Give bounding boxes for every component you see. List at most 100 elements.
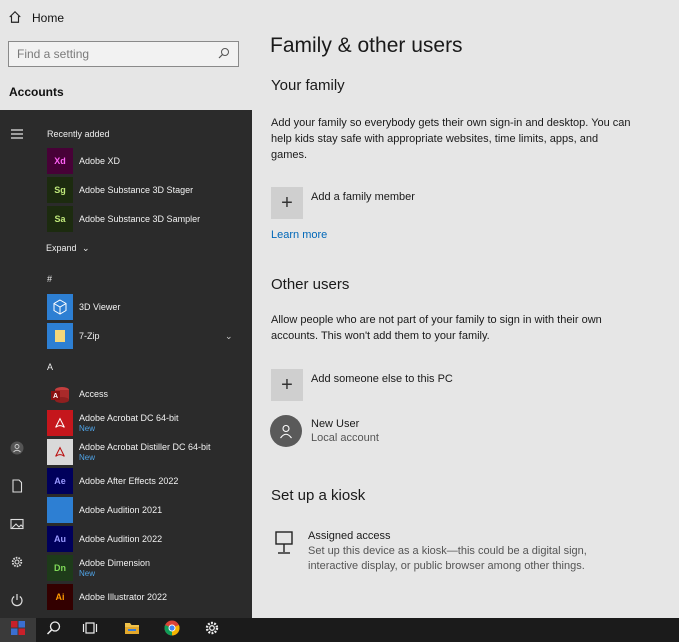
task-view-icon [82,620,98,641]
new-badge: New [79,453,96,462]
app-name: 7-Zip [79,331,100,341]
start-menu: Recently added Xd Adobe XD Sg Adobe Subs… [0,110,252,618]
app-name: Adobe Audition 2021 [79,505,163,515]
folder-icon [47,323,73,349]
settings-gear-icon[interactable] [9,554,25,570]
pictures-icon[interactable] [9,516,25,532]
new-user-account-item[interactable]: New User Local account [270,415,379,447]
app-name: Adobe Audition 2022 [79,534,163,544]
substance-stager-icon: Sg [47,177,73,203]
expand-label: Expand [46,243,77,253]
recently-added-heading: Recently added [47,129,110,139]
chrome-button[interactable] [154,618,190,642]
adobe-xd-icon: Xd [47,148,73,174]
file-explorer-button[interactable] [114,618,150,642]
app-name: Adobe Substance 3D Sampler [79,214,201,224]
new-badge: New [79,569,96,578]
app-item-acrobat-distiller[interactable]: Adobe Acrobat Distiller DC 64-bit New [47,439,247,465]
search-placeholder: Find a setting [17,47,90,61]
your-family-description: Add your family so everybody gets their … [271,117,631,161]
app-item-substance-sampler[interactable]: Sa Adobe Substance 3D Sampler [47,206,247,232]
search-icon [218,47,230,62]
app-item-access[interactable]: A Access [47,381,247,407]
add-family-member-button[interactable]: + Add a family member [271,187,415,219]
home-label: Home [32,11,65,25]
documents-icon[interactable] [9,478,25,494]
assigned-access-title: Assigned access [308,530,391,542]
letter-heading-a[interactable]: A [47,362,53,372]
app-name: Adobe Acrobat Distiller DC 64-bit [79,442,211,452]
app-folder-7zip[interactable]: 7-Zip ⌄ [47,323,247,349]
taskbar [0,618,679,642]
acrobat-icon [47,410,73,436]
acrobat-distiller-icon [47,439,73,465]
home-icon [8,10,22,27]
kiosk-icon [274,530,294,556]
after-effects-icon: Ae [47,468,73,494]
task-view-button[interactable] [72,618,108,642]
assigned-access-item[interactable]: Assigned access Set up this device as a … [274,530,608,574]
other-users-heading: Other users [271,276,350,293]
gear-icon [204,620,220,641]
new-badge: New [79,424,96,433]
app-item-dimension[interactable]: Dn Adobe Dimension New [47,555,247,581]
app-name: Adobe Dimension [79,558,151,568]
taskbar-settings-button[interactable] [194,618,230,642]
page-title: Family & other users [270,34,463,57]
app-list: Recently added Xd Adobe XD Sg Adobe Subs… [34,110,252,618]
letter-heading-hash[interactable]: # [47,274,52,284]
illustrator-icon: Ai [47,584,73,610]
audition-2022-icon: Au [47,526,73,552]
access-icon: A [47,381,73,407]
plus-icon: + [271,369,303,401]
audition-2021-icon [47,497,73,523]
app-item-audition-2021[interactable]: Adobe Audition 2021 [47,497,247,523]
substance-sampler-icon: Sa [47,206,73,232]
user-account-type: Local account [311,432,379,444]
app-name: Adobe Substance 3D Stager [79,185,194,195]
add-someone-else-button[interactable]: + Add someone else to this PC [271,369,453,401]
app-name: 3D Viewer [79,302,121,312]
add-family-member-label: Add a family member [311,191,415,203]
find-setting-search-input[interactable]: Find a setting [8,41,239,67]
svg-text:A: A [53,393,58,400]
app-item-adobe-xd[interactable]: Xd Adobe XD [47,148,247,174]
expand-button[interactable]: Expand ⌄ [46,243,90,254]
chevron-down-icon: ⌄ [82,243,90,253]
chrome-icon [164,620,180,641]
app-name-block: Adobe Acrobat Distiller DC 64-bit New [79,442,211,462]
app-item-acrobat-dc[interactable]: Adobe Acrobat DC 64-bit New [47,410,247,436]
learn-more-link[interactable]: Learn more [271,229,327,241]
power-icon[interactable] [9,592,25,608]
other-users-description: Allow people who are not part of your fa… [271,314,602,342]
start-rail [0,110,34,618]
app-name: Adobe Illustrator 2022 [79,592,168,602]
plus-icon: + [271,187,303,219]
user-account-icon[interactable] [9,440,25,456]
start-button[interactable] [0,618,36,642]
chevron-down-icon: ⌄ [225,331,233,341]
taskbar-search-button[interactable] [36,618,72,642]
file-explorer-icon [124,620,140,641]
app-name-block: Adobe Acrobat DC 64-bit New [79,413,179,433]
app-item-audition-2022[interactable]: Au Adobe Audition 2022 [47,526,247,552]
app-name-block: Adobe Dimension New [79,558,150,578]
app-item-illustrator[interactable]: Ai Adobe Illustrator 2022 [47,584,247,610]
cube-icon [47,294,73,320]
app-name: Access [79,389,109,399]
hamburger-menu-icon[interactable] [9,126,25,142]
app-name: Adobe XD [79,156,121,166]
app-item-after-effects[interactable]: Ae Adobe After Effects 2022 [47,468,247,494]
windows-logo-icon [10,620,26,641]
app-item-3d-viewer[interactable]: 3D Viewer [47,294,247,320]
user-avatar-icon [270,415,302,447]
app-name: Adobe After Effects 2022 [79,476,179,486]
user-name: New User [311,418,360,430]
settings-nav-pane: Home Find a setting Accounts [0,0,252,110]
add-someone-else-label: Add someone else to this PC [311,373,453,385]
app-name: Adobe Acrobat DC 64-bit [79,413,179,423]
your-family-heading: Your family [271,77,345,94]
home-nav-item[interactable]: Home [8,8,64,28]
app-item-substance-stager[interactable]: Sg Adobe Substance 3D Stager [47,177,247,203]
settings-content: Family & other users Your family Add you… [252,0,679,618]
